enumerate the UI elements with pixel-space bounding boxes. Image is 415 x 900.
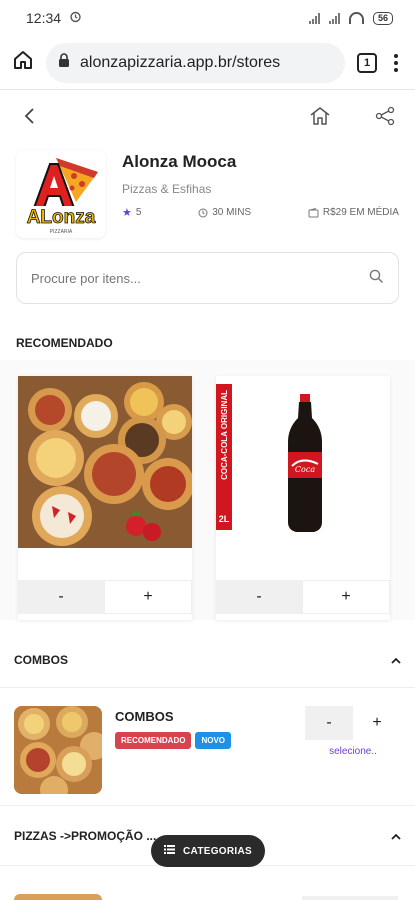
average-price: R$29 EM MÉDIA — [308, 206, 399, 219]
status-bar: 12:34 56 — [0, 0, 415, 36]
decrease-button[interactable]: - — [216, 580, 302, 614]
badge-new: NOVO — [195, 732, 232, 749]
battery-icon: 56 — [372, 11, 393, 25]
search-icon[interactable] — [369, 269, 384, 287]
product-image-coca-cola: COCA-COLA ORIGINAL 2L Coca — [216, 376, 390, 548]
url-bar[interactable]: alonzapizzaria.app.br/stores — [46, 42, 345, 83]
increase-button[interactable]: + — [353, 706, 401, 740]
category-title: PIZZAS ->PROMOÇÃO ... — [14, 828, 157, 843]
categories-label: CATEGORIAS — [183, 845, 252, 857]
product-stepper: - + — [18, 580, 192, 614]
increase-button[interactable]: + — [104, 580, 192, 614]
delivery-time: 30 MINS — [198, 206, 251, 219]
product-card[interactable]: COCA-COLA ORIGINAL 2L Coca - + — [216, 376, 390, 620]
chevron-up-icon[interactable] — [391, 653, 401, 667]
product-card[interactable]: - + — [18, 376, 192, 620]
increase-button[interactable]: + — [302, 580, 390, 614]
decrease-button[interactable]: - — [18, 580, 104, 614]
share-icon[interactable] — [375, 106, 395, 131]
svg-text:Coca: Coca — [295, 465, 315, 474]
status-time: 12:34 — [26, 10, 62, 26]
product-stepper: - + — [216, 580, 390, 614]
decrease-button[interactable]: - — [305, 706, 353, 740]
categories-button[interactable]: CATEGORIAS — [151, 835, 265, 867]
category-title: COMBOS — [14, 652, 68, 667]
browser-toolbar: alonzapizzaria.app.br/stores 1 — [0, 36, 415, 90]
logo-text: ALonza — [27, 207, 96, 228]
store-home-icon[interactable] — [309, 106, 331, 131]
store-name: Alonza Mooca — [122, 152, 237, 171]
select-link[interactable]: selecione.. — [329, 746, 377, 757]
signal-icon — [308, 12, 320, 24]
item-stepper: - + — [305, 706, 401, 740]
badge-recommended: RECOMENDADO — [115, 732, 192, 749]
product-image-esfihas — [18, 376, 192, 548]
lock-icon — [58, 52, 70, 73]
recommended-section: RECOMENDADO - + COCA-COLA ORIGINAL 2L Co… — [0, 336, 415, 620]
home-icon[interactable] — [12, 49, 34, 76]
item-name: COMBOS — [115, 709, 174, 724]
coke-banner-text: COCA-COLA ORIGINAL — [219, 390, 229, 480]
store-category: Pizzas & Esfihas — [122, 182, 212, 196]
item-image — [14, 706, 102, 794]
search-box[interactable] — [16, 252, 399, 304]
star-icon: ★ — [122, 207, 132, 219]
more-menu-icon[interactable] — [389, 53, 403, 72]
wallet-icon — [308, 207, 319, 218]
alarm-icon — [69, 10, 82, 26]
chevron-up-icon[interactable] — [391, 829, 401, 843]
recommended-title: RECOMENDADO — [16, 336, 113, 350]
page-nav — [0, 90, 415, 146]
signal-icon-2 — [328, 12, 340, 24]
search-input[interactable] — [31, 270, 331, 286]
svg-text:PIZZARIA: PIZZARIA — [50, 229, 73, 235]
rating: ★ 5 — [122, 207, 142, 219]
menu-item[interactable]: COMBOS RECOMENDADO NOVO - + selecione.. — [0, 688, 415, 806]
wifi-icon — [348, 12, 364, 24]
coke-size: 2L — [218, 514, 230, 524]
store-header: ALonza PIZZARIA Alonza Mooca Pizzas & Es… — [0, 146, 415, 242]
list-icon — [164, 845, 176, 857]
store-meta: ★ 5 30 MINS R$29 EM MÉDIA — [122, 206, 399, 219]
store-logo: ALonza PIZZARIA — [16, 150, 106, 238]
category-header-combos[interactable]: COMBOS — [0, 632, 415, 688]
back-icon[interactable] — [24, 107, 36, 130]
next-item-peek — [0, 878, 415, 900]
clock-icon — [198, 208, 208, 218]
recommended-carousel[interactable]: - + COCA-COLA ORIGINAL 2L Coca - + — [0, 360, 415, 620]
url-text: alonzapizzaria.app.br/stores — [80, 53, 281, 71]
tab-switcher-button[interactable]: 1 — [357, 52, 377, 73]
